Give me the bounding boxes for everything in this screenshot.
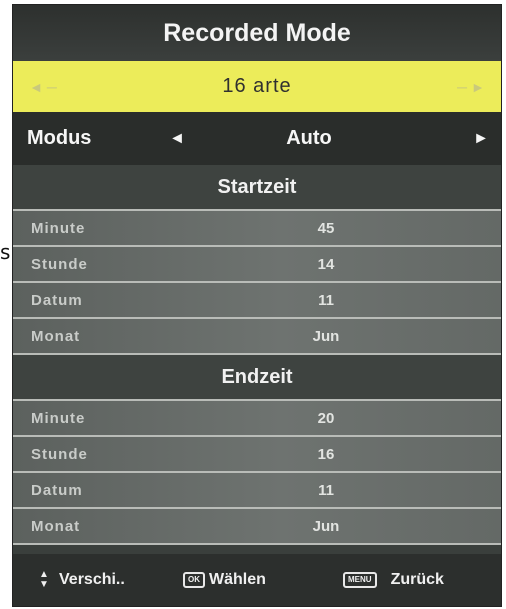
channel-selector[interactable]: ◄ ─ 16 arte ─ ► (13, 61, 501, 112)
select-hint: OK Wählen (183, 571, 343, 589)
dialog-title: Recorded Mode (13, 5, 501, 61)
end-hour-label: Stunde (31, 445, 88, 463)
end-month-label: Monat (31, 517, 81, 535)
channel-name: 16 arte (222, 75, 292, 97)
move-hint-label: Verschi.. (59, 571, 125, 588)
arrow-right-icon[interactable]: ─ ► (441, 79, 501, 95)
back-hint: MENU Zurück (343, 571, 493, 589)
move-hint: ▲ ▼ Verschi.. (13, 570, 183, 590)
start-time-heading: Startzeit (13, 165, 501, 209)
ok-key-icon: OK (183, 572, 205, 588)
back-hint-label: Zurück (390, 571, 444, 588)
end-month-row[interactable]: Monat Jun (13, 507, 501, 545)
recorded-mode-dialog: Recorded Mode ◄ ─ 16 arte ─ ► Modus ◄ Au… (12, 4, 502, 607)
menu-key-icon: MENU (343, 572, 377, 588)
end-date-row[interactable]: Datum 11 (13, 471, 501, 507)
end-date-value: 11 (318, 481, 334, 499)
start-date-label: Datum (31, 291, 83, 309)
start-month-row[interactable]: Monat Jun (13, 317, 501, 355)
end-minute-label: Minute (31, 409, 86, 427)
modus-left-arrow-icon[interactable]: ◄ (157, 130, 197, 148)
start-month-label: Monat (31, 327, 81, 345)
end-hour-value: 16 (317, 445, 335, 463)
modus-right-arrow-icon[interactable]: ► (461, 130, 501, 148)
end-minute-row[interactable]: Minute 20 (13, 399, 501, 435)
modus-value: Auto (286, 127, 332, 149)
start-date-value: 11 (318, 291, 334, 309)
modus-label: Modus (27, 127, 92, 149)
help-bar: ▲ ▼ Verschi.. OK Wählen MENU Zurück (13, 554, 501, 606)
start-month-value: Jun (312, 327, 340, 345)
arrow-left-icon[interactable]: ◄ ─ (13, 79, 73, 95)
end-date-label: Datum (31, 481, 83, 499)
start-hour-value: 14 (317, 255, 335, 273)
select-hint-label: Wählen (209, 571, 266, 588)
end-hour-row[interactable]: Stunde 16 (13, 435, 501, 471)
stray-char: s (0, 240, 11, 264)
start-minute-row[interactable]: Minute 45 (13, 209, 501, 245)
end-minute-value: 20 (317, 409, 335, 427)
start-minute-label: Minute (31, 219, 86, 237)
start-minute-value: 45 (317, 219, 335, 237)
end-month-value: Jun (312, 517, 340, 535)
end-time-heading: Endzeit (13, 355, 501, 399)
start-date-row[interactable]: Datum 11 (13, 281, 501, 317)
start-hour-label: Stunde (31, 255, 88, 273)
up-down-arrow-icon: ▲ ▼ (39, 569, 49, 590)
start-hour-row[interactable]: Stunde 14 (13, 245, 501, 281)
modus-setting[interactable]: Modus ◄ Auto ► (13, 112, 501, 165)
